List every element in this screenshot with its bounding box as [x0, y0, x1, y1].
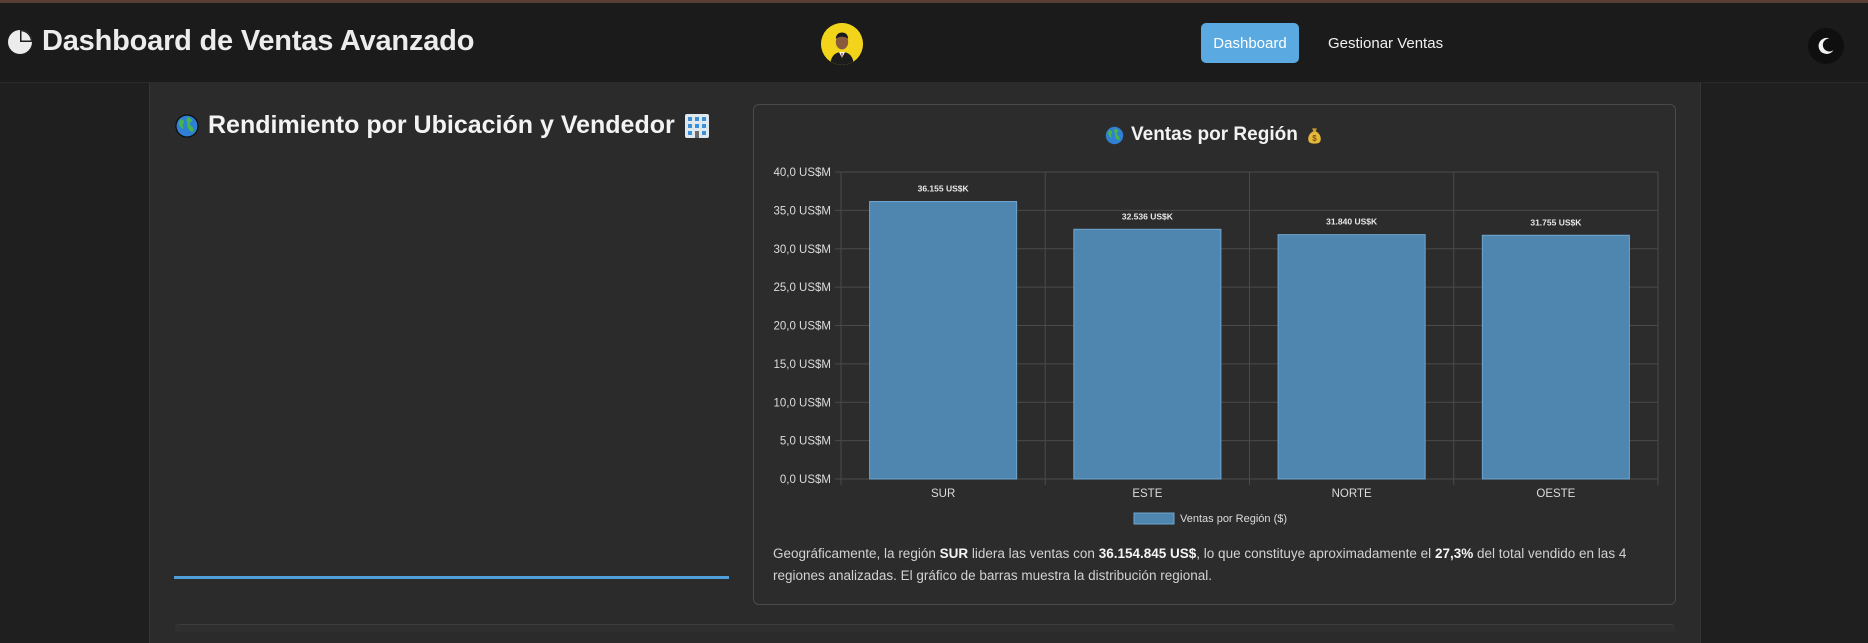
- chart-card: [753, 104, 1676, 605]
- globe-icon: [175, 113, 199, 138]
- chart-title: Ventas por Región $: [1105, 124, 1324, 146]
- brand[interactable]: Dashboard de Ventas Avanzado: [6, 25, 474, 58]
- desc-text-3: , lo que constituye aproximadamente el: [1196, 546, 1435, 561]
- svg-text:$: $: [1312, 134, 1317, 143]
- navbar: Dashboard de Ventas Avanzado Dashboard G…: [0, 3, 1868, 83]
- theme-toggle-button[interactable]: [1808, 28, 1844, 64]
- desc-amount: 36.154.845 US$: [1098, 546, 1197, 561]
- left-panel-title: Rendimiento por Ubicación y Vendedor: [175, 111, 710, 140]
- chart-description: Geográficamente, la región SUR lidera la…: [773, 543, 1663, 587]
- left-panel-title-text: Rendimiento por Ubicación y Vendedor: [208, 111, 675, 139]
- user-avatar[interactable]: [821, 23, 863, 65]
- moon-icon: [1818, 37, 1834, 54]
- chart-title-text: Ventas por Región: [1131, 124, 1298, 145]
- app-title: Dashboard de Ventas Avanzado: [42, 25, 475, 57]
- desc-text-2: lidera las ventas con: [968, 546, 1099, 561]
- desc-region: SUR: [939, 546, 969, 561]
- desc-text-1: Geográficamente, la región: [773, 546, 940, 561]
- money-bag-icon: $: [1308, 127, 1321, 144]
- desc-percent: 27,3%: [1434, 546, 1474, 561]
- pie-chart-icon: [8, 29, 32, 54]
- left-panel-divider: [174, 576, 729, 579]
- office-building-icon: [684, 113, 709, 138]
- nav-gestionar-ventas-link[interactable]: Gestionar Ventas: [1328, 23, 1443, 63]
- nav-dashboard-button[interactable]: Dashboard: [1201, 23, 1299, 63]
- globe-icon: [1105, 126, 1124, 144]
- avatar-image: [821, 23, 863, 65]
